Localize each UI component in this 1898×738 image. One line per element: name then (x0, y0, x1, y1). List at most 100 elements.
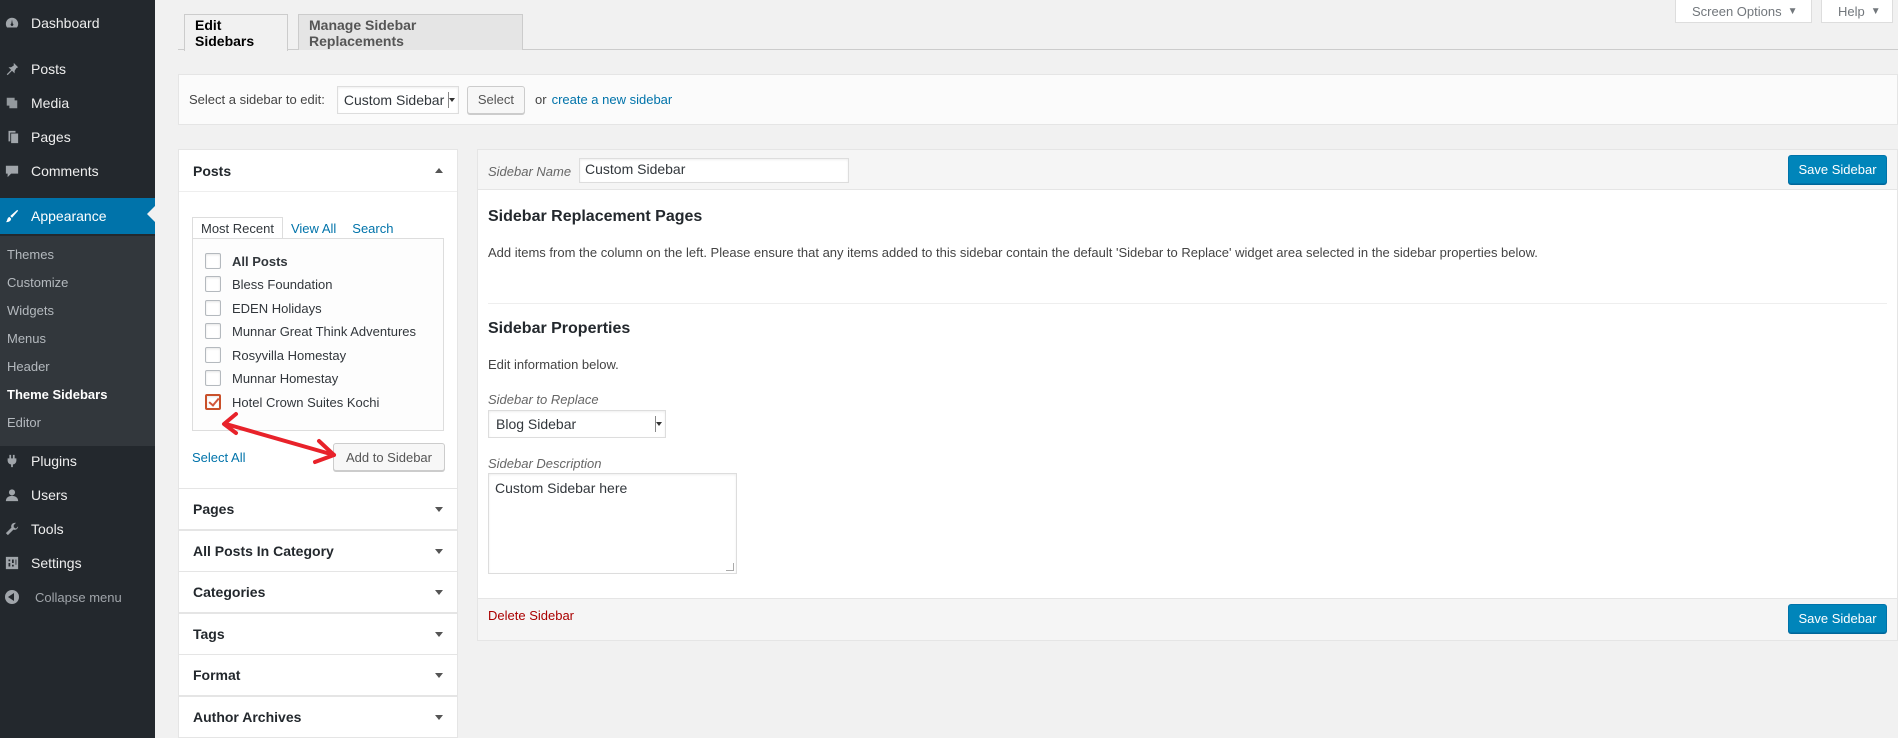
screen-options-button[interactable]: Screen Options ▼ (1675, 0, 1812, 23)
dropdown-arrow-icon (447, 91, 455, 108)
menu-dashboard[interactable]: Dashboard (0, 6, 155, 40)
box-title: Tags (193, 626, 225, 642)
collapse-up-icon[interactable] (435, 168, 443, 173)
submenu-theme-sidebars[interactable]: Theme Sidebars (7, 384, 107, 404)
tab-view-all[interactable]: View All (283, 217, 344, 239)
expand-down-icon[interactable] (435, 672, 443, 678)
menu-tools[interactable]: Tools (0, 512, 155, 546)
resize-handle-icon[interactable] (726, 563, 734, 571)
checkbox[interactable] (205, 276, 221, 292)
item-label: Bless Foundation (232, 276, 333, 292)
create-new-sidebar-link[interactable]: create a new sidebar (552, 92, 673, 107)
select-all-link[interactable]: Select All (192, 450, 245, 465)
screen-options-label: Screen Options (1692, 3, 1782, 19)
brush-icon (5, 209, 19, 223)
submenu-themes[interactable]: Themes (7, 244, 54, 264)
select-sidebar-label: Select a sidebar to edit: (189, 92, 325, 107)
list-item[interactable]: Rosyvilla Homestay (205, 346, 346, 364)
checkbox[interactable] (205, 253, 221, 269)
tags-box[interactable]: Tags (178, 613, 458, 655)
list-item[interactable]: Hotel Crown Suites Kochi (205, 393, 379, 411)
pin-icon (5, 62, 19, 76)
checkbox[interactable] (205, 347, 221, 363)
list-item[interactable]: Bless Foundation (205, 275, 332, 293)
expand-down-icon[interactable] (435, 506, 443, 512)
menu-users[interactable]: Users (0, 478, 155, 512)
sidebar-select[interactable]: Custom Sidebar (336, 85, 459, 114)
save-sidebar-button-top[interactable]: Save Sidebar (1788, 155, 1887, 184)
save-sidebar-button-bottom[interactable]: Save Sidebar (1788, 604, 1887, 633)
sidebar-description-value: Custom Sidebar here (495, 480, 628, 496)
box-title: Author Archives (193, 709, 302, 725)
menu-label: Plugins (31, 453, 77, 469)
menu-label: Media (31, 95, 70, 111)
caret-down-icon: ▼ (1787, 5, 1798, 17)
checkbox-checked[interactable] (205, 394, 221, 410)
sidebar-description-textarea[interactable]: Custom Sidebar here (488, 473, 737, 574)
sidebar-to-replace-select[interactable]: Blog Sidebar (488, 410, 666, 438)
submenu-widgets[interactable]: Widgets (7, 300, 54, 320)
submenu-header[interactable]: Header (7, 356, 50, 376)
list-item[interactable]: Munnar Great Think Adventures (205, 322, 416, 340)
menu-appearance[interactable]: Appearance (0, 198, 155, 234)
tab-manage-replacements[interactable]: Manage Sidebar Replacements (298, 14, 523, 50)
help-label: Help (1838, 3, 1865, 19)
tab-most-recent[interactable]: Most Recent (192, 217, 283, 239)
menu-comments[interactable]: Comments (0, 154, 155, 188)
all-posts-in-category-box[interactable]: All Posts In Category (178, 530, 458, 572)
select-button[interactable]: Select (466, 85, 525, 114)
menu-media[interactable]: Media (0, 86, 155, 120)
sidebar-to-replace-label: Sidebar to Replace (488, 392, 599, 407)
box-title: All Posts In Category (193, 543, 334, 559)
menu-settings[interactable]: Settings (0, 546, 155, 580)
menu-plugins[interactable]: Plugins (0, 444, 155, 478)
delete-sidebar-link[interactable]: Delete Sidebar (488, 608, 574, 623)
item-label: Munnar Great Think Adventures (232, 323, 417, 339)
list-item[interactable]: All Posts (205, 252, 288, 270)
posts-checklist: All Posts Bless Foundation EDEN Holidays… (192, 238, 444, 431)
sidebar-to-replace-value: Blog Sidebar (496, 416, 577, 432)
menu-label: Posts (31, 61, 67, 77)
author-archives-box[interactable]: Author Archives (178, 696, 458, 738)
sidebar-description-label: Sidebar Description (488, 456, 602, 471)
box-title: Pages (193, 501, 235, 517)
checkbox[interactable] (205, 323, 221, 339)
format-box[interactable]: Format (178, 654, 458, 696)
list-item[interactable]: EDEN Holidays (205, 299, 322, 317)
help-button[interactable]: Help ▼ (1821, 0, 1893, 23)
expand-down-icon[interactable] (435, 631, 443, 637)
add-to-sidebar-button[interactable]: Add to Sidebar (333, 443, 445, 471)
media-icon (5, 96, 19, 110)
item-label: All Posts (232, 253, 288, 269)
list-item[interactable]: Munnar Homestay (205, 369, 338, 387)
sidebar-header: Sidebar Name Custom Sidebar Save Sidebar (478, 150, 1897, 190)
categories-box[interactable]: Categories (178, 571, 458, 613)
posts-box: Posts Most Recent View All Search All Po… (178, 149, 458, 489)
sidebar-properties-text: Edit information below. (488, 357, 619, 372)
expand-down-icon[interactable] (435, 548, 443, 554)
submenu-menus[interactable]: Menus (7, 328, 46, 348)
section-divider (488, 303, 1887, 304)
tab-edit-sidebars[interactable]: Edit Sidebars (184, 14, 288, 51)
pages-box[interactable]: Pages (178, 488, 458, 530)
item-label: Hotel Crown Suites Kochi (232, 394, 380, 410)
submenu-editor[interactable]: Editor (7, 412, 41, 432)
expand-down-icon[interactable] (435, 714, 443, 720)
menu-posts[interactable]: Posts (0, 52, 155, 86)
menu-label: Users (31, 487, 68, 503)
checkbox[interactable] (205, 300, 221, 316)
menu-pages[interactable]: Pages (0, 120, 155, 154)
posts-box-header[interactable]: Posts (179, 150, 457, 192)
collapse-menu-button[interactable]: Collapse menu (0, 586, 122, 608)
menu-label: Comments (31, 163, 99, 179)
box-title: Categories (193, 584, 266, 600)
expand-down-icon[interactable] (435, 589, 443, 595)
appearance-submenu: Themes Customize Widgets Menus Header Th… (0, 236, 155, 446)
submenu-customize[interactable]: Customize (7, 272, 68, 292)
select-sidebar-bar: Select a sidebar to edit: Custom Sidebar… (178, 74, 1898, 125)
checkbox[interactable] (205, 370, 221, 386)
sidebar-select-value: Custom Sidebar (343, 91, 445, 108)
menu-label: Pages (31, 129, 71, 145)
tab-search[interactable]: Search (344, 217, 401, 239)
sidebar-name-input[interactable]: Custom Sidebar (579, 158, 849, 183)
